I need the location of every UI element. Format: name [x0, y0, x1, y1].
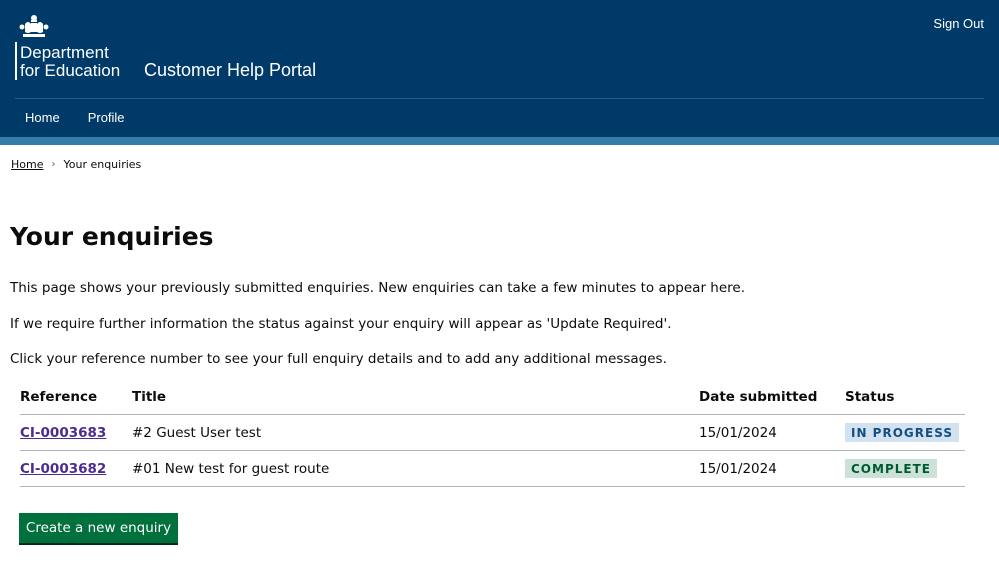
header-divider: [15, 98, 984, 99]
breadcrumb-current: Your enquiries: [63, 158, 142, 171]
table-row: CI-0003682 #01 New test for guest route …: [20, 450, 965, 487]
site-header: Department for Education Customer Help P…: [0, 0, 999, 137]
column-header-status: Status: [845, 380, 965, 415]
nav-item-home[interactable]: Home: [25, 110, 60, 125]
column-header-title: Title: [132, 380, 699, 415]
sign-out-link[interactable]: Sign Out: [933, 16, 984, 31]
status-cell: COMPLETE: [845, 450, 965, 487]
status-badge: COMPLETE: [845, 459, 937, 478]
reference-link[interactable]: CI-0003683: [20, 425, 106, 441]
primary-navigation: Home Profile: [25, 110, 125, 125]
service-name-link[interactable]: Customer Help Portal: [144, 60, 316, 81]
reference-cell: CI-0003683: [20, 414, 132, 451]
breadcrumb: Home › Your enquiries: [11, 158, 141, 171]
reference-info-paragraph: Click your reference number to see your …: [10, 351, 667, 367]
royal-crest-icon: [19, 15, 49, 37]
column-header-date: Date submitted: [699, 380, 845, 415]
title-cell: #2 Guest User test: [132, 414, 699, 451]
status-cell: IN PROGRESS: [845, 414, 965, 451]
status-badge: IN PROGRESS: [845, 423, 959, 442]
chevron-right-icon: ›: [51, 159, 56, 170]
reference-link[interactable]: CI-0003682: [20, 461, 106, 477]
table-header-row: Reference Title Date submitted Status: [20, 380, 965, 415]
logo-divider: [15, 42, 17, 80]
title-cell: #01 New test for guest route: [132, 450, 699, 487]
nav-item-profile[interactable]: Profile: [88, 110, 125, 125]
date-cell: 15/01/2024: [699, 450, 845, 487]
status-info-paragraph: If we require further information the st…: [10, 316, 672, 332]
column-header-reference: Reference: [20, 380, 132, 415]
table-row: CI-0003683 #2 Guest User test 15/01/2024…: [20, 414, 965, 451]
header-accent-band: [0, 137, 999, 145]
create-enquiry-button[interactable]: Create a new enquiry: [19, 513, 178, 543]
page-title: Your enquiries: [10, 222, 214, 251]
date-cell: 15/01/2024: [699, 414, 845, 451]
enquiries-table: Reference Title Date submitted Status CI…: [20, 380, 965, 487]
breadcrumb-home-link[interactable]: Home: [11, 158, 43, 171]
organisation-logo[interactable]: Department for Education: [20, 44, 120, 80]
reference-cell: CI-0003682: [20, 450, 132, 487]
intro-paragraph: This page shows your previously submitte…: [10, 280, 745, 296]
org-name-line2: for Education: [20, 61, 121, 80]
org-name-line1: Department: [20, 43, 109, 62]
